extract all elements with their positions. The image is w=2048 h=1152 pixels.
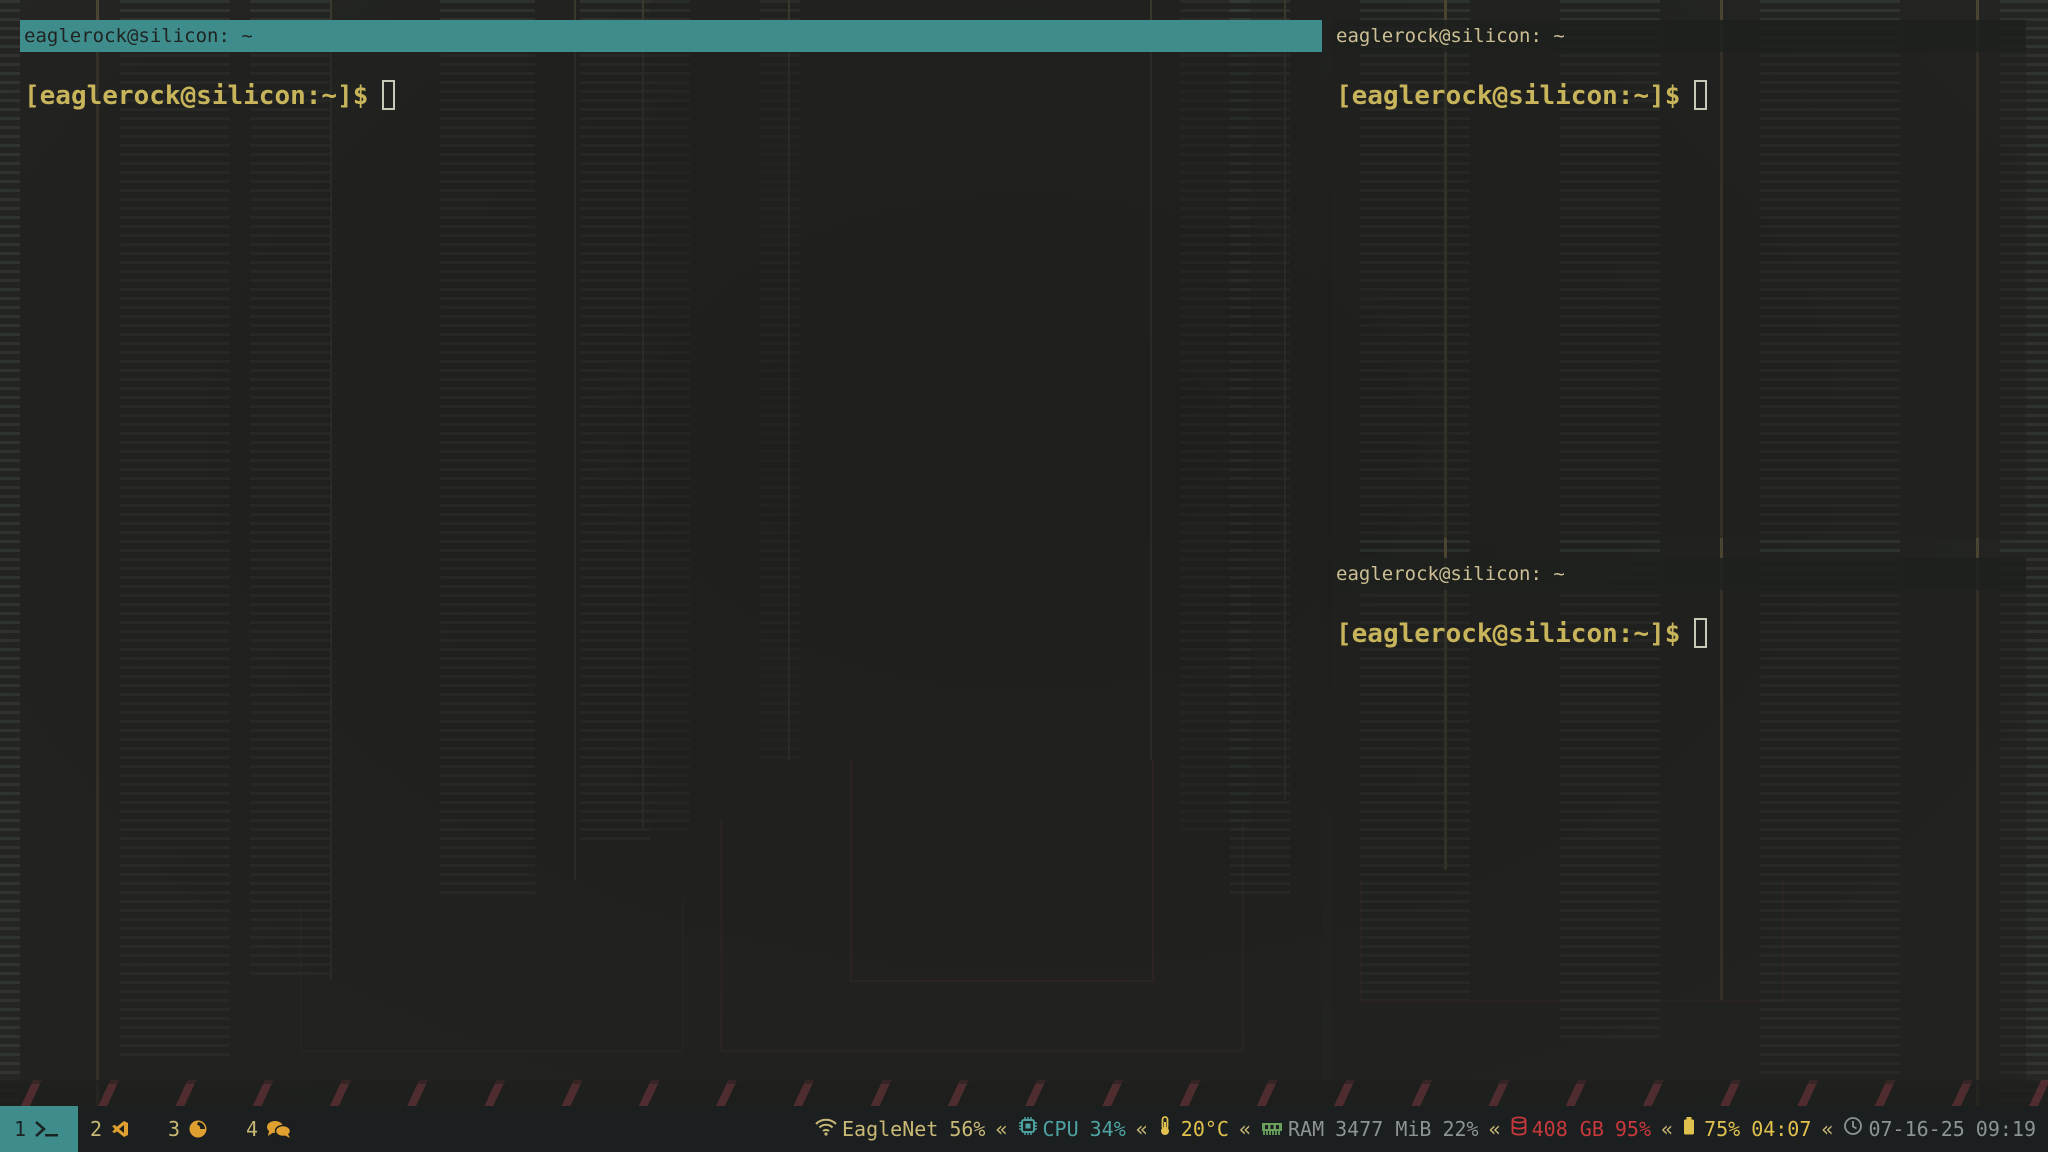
battery-percent: 75% — [1704, 1117, 1741, 1141]
network-ssid: EagleNet — [842, 1117, 939, 1141]
status-separator: « — [1238, 1117, 1252, 1141]
workspace-button-3[interactable]: 3 — [168, 1106, 208, 1152]
workspace-number: 1 — [14, 1117, 27, 1141]
clock-status[interactable]: 07-16-25 09:19 — [1843, 1106, 2036, 1152]
firefox-icon — [188, 1119, 208, 1139]
network-status[interactable]: EagleNet 56% — [815, 1106, 985, 1152]
status-separator: « — [1661, 1117, 1674, 1141]
clock-time: 09:19 — [1975, 1117, 2036, 1141]
ram-percent: 22% — [1442, 1117, 1479, 1141]
workspace-button-1[interactable]: 1 — [0, 1106, 78, 1152]
status-separator: « — [1135, 1117, 1148, 1141]
temperature-value: 20°C — [1180, 1117, 1229, 1141]
text-cursor — [382, 80, 396, 110]
thermometer-icon — [1158, 1106, 1172, 1152]
workspace-number: 4 — [246, 1117, 259, 1141]
ram-used: 3477 MiB — [1335, 1117, 1432, 1141]
memory-icon — [1261, 1106, 1283, 1152]
disk-free: 408 GB — [1531, 1117, 1604, 1141]
cpu-status[interactable]: CPU 34% — [1018, 1106, 1126, 1152]
terminal-prompt-line[interactable]: [eaglerock@silicon:~]$ — [24, 80, 396, 111]
cpu-value: 34% — [1089, 1117, 1126, 1141]
status-separator: « — [995, 1117, 1008, 1141]
terminal-window-top-right[interactable]: eaglerock@silicon: ~ [eaglerock@silicon:… — [1332, 20, 2026, 538]
window-title[interactable]: eaglerock@silicon: ~ — [1332, 20, 2026, 52]
window-title[interactable]: eaglerock@silicon: ~ — [1332, 558, 2026, 590]
database-icon — [1511, 1106, 1527, 1152]
temperature-status[interactable]: 20°C — [1158, 1106, 1229, 1152]
vscode-icon — [110, 1119, 130, 1139]
workspace-button-2[interactable]: 2 — [90, 1106, 130, 1152]
battery-icon — [1683, 1106, 1695, 1152]
clock-icon — [1843, 1106, 1863, 1152]
network-signal: 56% — [949, 1117, 986, 1141]
shell-prompt: [eaglerock@silicon:~]$ — [24, 81, 369, 111]
terminal-prompt-line[interactable]: [eaglerock@silicon:~]$ — [1336, 80, 1708, 111]
window-title[interactable]: eaglerock@silicon: ~ — [20, 20, 1322, 52]
terminal-icon — [34, 1119, 60, 1139]
disk-percent: 95% — [1614, 1117, 1652, 1141]
wifi-icon — [815, 1106, 837, 1152]
shell-prompt: [eaglerock@silicon:~]$ — [1336, 619, 1681, 649]
status-bar: 1 2 3 4 EagleNet 56% « CPU 34% « 20°C « … — [0, 1106, 2048, 1152]
workspace-number: 3 — [168, 1117, 181, 1141]
cpu-icon — [1018, 1106, 1038, 1152]
status-separator: « — [1821, 1117, 1834, 1141]
workspace-number: 2 — [90, 1117, 103, 1141]
ram-status[interactable]: RAM 3477 MiB 22% — [1261, 1106, 1479, 1152]
cpu-label: CPU — [1042, 1117, 1079, 1141]
chat-icon — [266, 1119, 292, 1139]
text-cursor — [1694, 618, 1708, 648]
battery-status[interactable]: 75% 04:07 — [1683, 1106, 1811, 1152]
terminal-window-bottom-right[interactable]: eaglerock@silicon: ~ [eaglerock@silicon:… — [1332, 558, 2026, 1084]
disk-status[interactable]: 408 GB 95% — [1511, 1106, 1651, 1152]
ram-label: RAM — [1288, 1117, 1325, 1141]
terminal-window-main[interactable]: eaglerock@silicon: ~ [eaglerock@silicon:… — [20, 20, 1322, 1084]
terminal-prompt-line[interactable]: [eaglerock@silicon:~]$ — [1336, 618, 1708, 649]
shell-prompt: [eaglerock@silicon:~]$ — [1336, 81, 1681, 111]
text-cursor — [1694, 80, 1708, 110]
clock-date: 07-16-25 — [1868, 1117, 1965, 1141]
battery-remaining: 04:07 — [1751, 1117, 1812, 1141]
workspace-button-4[interactable]: 4 — [246, 1106, 292, 1152]
status-modules: EagleNet 56% « CPU 34% « 20°C « RAM 3477… — [815, 1106, 2036, 1152]
status-separator: « — [1488, 1117, 1501, 1141]
